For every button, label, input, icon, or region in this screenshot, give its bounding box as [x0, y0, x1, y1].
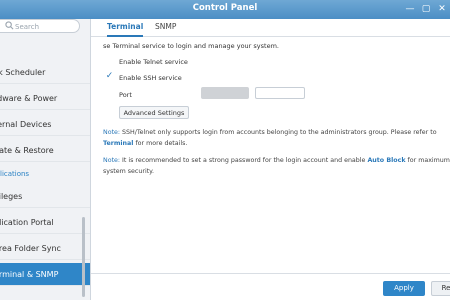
enable-ssh-checkbox[interactable]: ✓: [105, 72, 114, 81]
note-label: Note:: [103, 129, 121, 136]
note-text: SSH/Telnet only supports login from acco…: [122, 129, 437, 136]
note-text-tail: for maximum: [407, 157, 450, 164]
sidebar-item-external-devices[interactable]: ternal Devices: [0, 113, 90, 136]
sidebar-item-hardware-power[interactable]: rdware & Power: [0, 87, 90, 110]
note-security: Note: It is recommended to set a strong …: [103, 155, 450, 177]
main-pane: Terminal SNMP se Terminal service to log…: [91, 19, 450, 300]
sidebar-item-application-portal[interactable]: plication Portal: [0, 211, 90, 234]
sidebar-item-label: date & Restore: [0, 146, 54, 155]
sidebar-section-applications: lications: [0, 167, 90, 181]
port-input-masked[interactable]: [201, 87, 249, 99]
sidebar-item-terminal-snmp[interactable]: erminal & SNMP: [0, 263, 90, 286]
sidebar: Search sk Scheduler rdware & Power terna…: [0, 19, 91, 300]
sidebar-item-task-scheduler[interactable]: sk Scheduler: [0, 61, 90, 84]
sidebar-item-update-restore[interactable]: date & Restore: [0, 139, 90, 162]
minimize-icon[interactable]: —: [404, 3, 416, 15]
sidebar-item-label: plication Portal: [0, 218, 54, 227]
auto-block-link[interactable]: Auto Block: [367, 157, 405, 164]
sidebar-item-label: ternal Devices: [0, 120, 52, 129]
enable-telnet-label: Enable Telnet service: [119, 58, 188, 66]
advanced-settings-button[interactable]: Advanced Settings: [119, 106, 189, 119]
port-input[interactable]: [255, 87, 305, 99]
search-icon: [5, 21, 14, 30]
sidebar-item-label: vileges: [0, 192, 23, 201]
sidebar-scrollbar[interactable]: [82, 217, 85, 297]
note-text-tail: for more details.: [135, 140, 188, 147]
sidebar-item-label: area Folder Sync: [0, 244, 61, 253]
tab-terminal[interactable]: Terminal: [107, 19, 144, 37]
tab-snmp[interactable]: SNMP: [155, 19, 176, 35]
intro-text: se Terminal service to login and manage …: [103, 42, 279, 50]
close-icon[interactable]: ✕: [436, 3, 448, 15]
port-label: Port: [119, 91, 132, 99]
footer-divider: [91, 273, 450, 274]
window-titlebar: Control Panel — ▢ ✕: [0, 0, 450, 19]
enable-telnet-checkbox[interactable]: [105, 57, 114, 66]
sidebar-item-privileges[interactable]: vileges: [0, 185, 90, 208]
note-text: It is recommended to set a strong passwo…: [122, 157, 366, 164]
sidebar-item-next[interactable]: S: [0, 289, 90, 300]
note-ssh-telnet: Note: SSH/Telnet only supports login fro…: [103, 127, 450, 149]
maximize-icon[interactable]: ▢: [420, 3, 432, 15]
sidebar-item-label: rdware & Power: [0, 94, 58, 103]
search-input[interactable]: Search: [0, 19, 80, 33]
enable-ssh-label: Enable SSH service: [119, 74, 182, 82]
window-title: Control Panel: [192, 3, 258, 13]
search-placeholder: Search: [15, 23, 40, 31]
sidebar-section-label: lications: [0, 170, 30, 178]
apply-button[interactable]: Apply: [383, 281, 425, 296]
note-label: Note:: [103, 157, 121, 164]
terminal-help-link[interactable]: Terminal: [103, 140, 133, 147]
sidebar-item-label: erminal & SNMP: [0, 270, 59, 279]
sidebar-item-shared-folder-sync[interactable]: area Folder Sync: [0, 237, 90, 260]
reset-button[interactable]: Re: [431, 281, 450, 296]
note-text-tail2: system security.: [103, 168, 155, 175]
tab-bar: Terminal SNMP: [91, 19, 450, 37]
sidebar-item-label: sk Scheduler: [0, 68, 46, 77]
